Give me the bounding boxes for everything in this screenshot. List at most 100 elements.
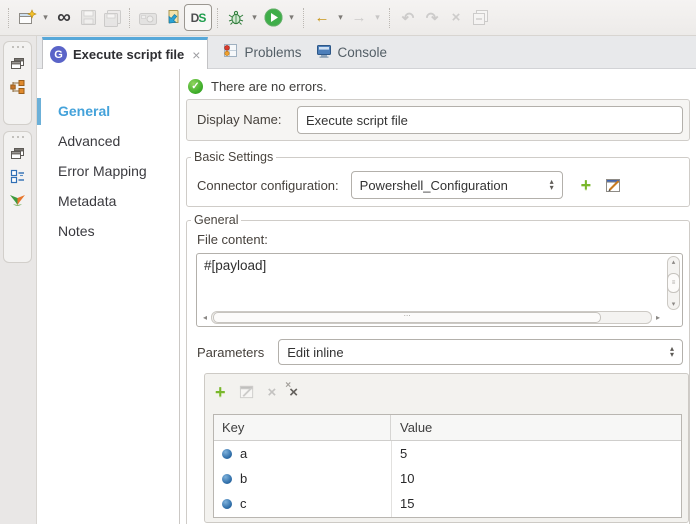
edit-parameter-icon[interactable]	[239, 384, 255, 400]
undo-icon[interactable]: ↶	[396, 6, 420, 30]
nav-item-error-mapping[interactable]: Error Mapping	[37, 156, 179, 186]
save-icon[interactable]	[76, 6, 100, 30]
scrollbar-track[interactable]: ⋯	[211, 311, 652, 324]
outline-view-icon[interactable]	[4, 169, 31, 184]
display-name-group: Display Name:	[186, 99, 690, 141]
properties-editor: ✓ There are no errors. Display Name: Bas…	[180, 69, 696, 524]
anypoint-studio-window: ▾ ∞ DS ▾ ▾ ← ▾ → ▾ ↶ ↷ ×	[0, 0, 696, 524]
snapshot-icon[interactable]	[136, 6, 160, 30]
connector-config-value: Powershell_Configuration	[360, 178, 508, 193]
import-deploy-icon[interactable]	[160, 6, 184, 30]
debug-dropdown-icon[interactable]: ▾	[248, 12, 261, 23]
run-icon[interactable]	[261, 6, 285, 30]
connector-config-combo[interactable]: Powershell_Configuration ▴▾	[351, 171, 563, 199]
display-name-label: Display Name:	[197, 100, 282, 140]
tab-label: Console	[338, 45, 388, 60]
minimized-views-strip	[0, 36, 37, 524]
restore-view-icon[interactable]	[4, 147, 31, 160]
collapse-all-icon[interactable]	[468, 6, 492, 30]
parameter-bullet-icon	[222, 499, 232, 509]
parameters-panel: + × × × Key Value	[204, 373, 689, 523]
no-errors-check-icon: ✓	[188, 79, 203, 94]
save-all-icon[interactable]	[100, 6, 124, 30]
file-content-value: #[payload]	[204, 258, 266, 273]
package-explorer-icon[interactable]	[4, 79, 31, 95]
nav-item-advanced[interactable]: Advanced	[37, 126, 179, 156]
status-row: ✓ There are no errors.	[188, 79, 327, 94]
connector-config-row: Connector configuration: Powershell_Conf…	[197, 171, 689, 199]
tab-console[interactable]: Console	[316, 44, 388, 61]
param-value: 15	[391, 496, 681, 511]
scroll-left-icon[interactable]: ◂	[199, 313, 211, 322]
scrollbar-thumb[interactable]: ⋯	[213, 312, 601, 323]
add-parameter-icon[interactable]: +	[215, 383, 226, 401]
forward-dropdown-icon[interactable]: ▾	[371, 12, 384, 23]
file-content-label: File content:	[197, 232, 268, 247]
parameters-row: Parameters Edit inline ▴▾	[197, 339, 683, 365]
scroll-right-icon[interactable]: ▸	[652, 313, 664, 322]
remove-parameter-icon[interactable]: ×	[268, 385, 277, 400]
parameter-bullet-icon	[222, 474, 232, 484]
datasense-button[interactable]: DS	[184, 4, 212, 31]
combo-spinner-icon[interactable]: ▴▾	[544, 179, 554, 191]
tab-label: Problems	[244, 45, 301, 60]
restore-view-icon[interactable]	[4, 57, 31, 70]
toolbar-separator	[8, 8, 10, 28]
view-tray-bottom	[3, 131, 32, 263]
parameters-toolbar: + × × ×	[215, 380, 298, 404]
connector-config-label: Connector configuration:	[197, 178, 339, 193]
tab-problems[interactable]: Problems	[222, 43, 301, 61]
column-header-value[interactable]: Value	[391, 415, 681, 440]
general-group: General File content: #[payload] ▴ ≡ ▾ ◂…	[186, 213, 690, 524]
toolbar-separator	[217, 8, 219, 28]
tab-execute-script-file[interactable]: G Execute script file ×	[42, 37, 208, 69]
status-text: There are no errors.	[211, 79, 327, 94]
column-header-key[interactable]: Key	[214, 415, 391, 440]
table-row[interactable]: b 10	[214, 466, 681, 491]
back-dropdown-icon[interactable]: ▾	[334, 12, 347, 23]
run-dropdown-icon[interactable]: ▾	[285, 12, 298, 23]
drag-handle-icon[interactable]	[4, 42, 31, 48]
toolbar-separator	[389, 8, 391, 28]
general-legend: General	[191, 213, 241, 227]
debug-icon[interactable]	[224, 6, 248, 30]
main-toolbar: ▾ ∞ DS ▾ ▾ ← ▾ → ▾ ↶ ↷ ×	[0, 0, 696, 36]
nav-item-metadata[interactable]: Metadata	[37, 186, 179, 216]
scroll-down-icon[interactable]: ▾	[672, 300, 676, 308]
view-tray-top	[3, 41, 32, 125]
forward-icon[interactable]: →	[347, 6, 371, 30]
problems-icon	[222, 43, 238, 61]
add-config-icon[interactable]: +	[581, 176, 592, 194]
table-row[interactable]: a 5	[214, 441, 681, 466]
scrollbar-thumb[interactable]: ≡	[667, 273, 680, 293]
properties-nav-panel: General Advanced Error Mapping Metadata …	[37, 69, 180, 524]
mule-palette-icon[interactable]	[4, 193, 31, 208]
param-value: 5	[391, 446, 681, 461]
parameters-table: Key Value a 5 b 10 c 15	[213, 414, 682, 518]
redo-icon[interactable]: ↷	[420, 6, 444, 30]
drag-handle-icon[interactable]	[4, 132, 31, 138]
nav-item-notes[interactable]: Notes	[37, 216, 179, 246]
file-content-textarea[interactable]: #[payload] ▴ ≡ ▾ ◂ ⋯ ▸	[196, 253, 683, 327]
edit-config-icon[interactable]	[605, 177, 622, 194]
param-key: c	[240, 496, 247, 511]
back-icon[interactable]: ←	[310, 6, 334, 30]
scroll-up-icon[interactable]: ▴	[672, 258, 676, 266]
new-wizard-icon[interactable]	[15, 6, 39, 30]
parameters-combo[interactable]: Edit inline ▴▾	[278, 339, 683, 365]
table-row[interactable]: c 15	[214, 491, 681, 516]
delete-icon[interactable]: ×	[444, 6, 468, 30]
vertical-scrollbar[interactable]: ▴ ≡ ▾	[667, 256, 680, 310]
mule-infinity-icon[interactable]: ∞	[52, 6, 76, 30]
param-value: 10	[391, 471, 681, 486]
new-dropdown-icon[interactable]: ▾	[39, 12, 52, 23]
close-icon[interactable]: ×	[192, 48, 200, 62]
editor-tabbar: G Execute script file × Problems Console	[37, 36, 696, 69]
combo-spinner-icon[interactable]: ▴▾	[664, 346, 674, 358]
clear-all-parameters-icon[interactable]: × ×	[289, 385, 298, 400]
horizontal-scrollbar[interactable]: ◂ ⋯ ▸	[199, 311, 664, 324]
basic-settings-legend: Basic Settings	[191, 150, 276, 164]
parameter-bullet-icon	[222, 449, 232, 459]
display-name-input[interactable]	[297, 106, 683, 134]
nav-item-general[interactable]: General	[37, 96, 179, 126]
